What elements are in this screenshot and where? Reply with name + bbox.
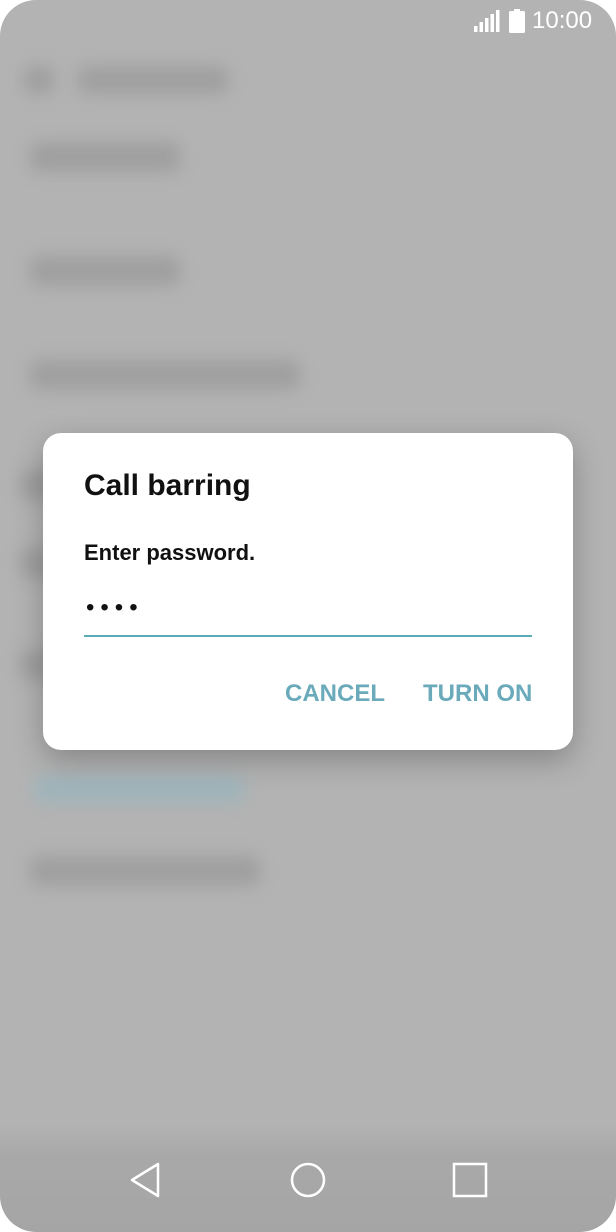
dialog-message: Enter password.: [84, 540, 256, 565]
signal-icon: [474, 10, 500, 32]
turn-on-button[interactable]: TURN ON: [423, 679, 532, 709]
recent-apps-icon[interactable]: [448, 1158, 492, 1202]
status-bar: 10:00: [0, 0, 616, 44]
dialog-title: Call barring: [84, 469, 251, 502]
call-barring-dialog: Call barring Enter password. •••• CANCEL…: [43, 433, 573, 750]
phone-screen: 10:00 Call barring Enter password. •••• …: [0, 0, 616, 1232]
password-input[interactable]: ••••: [84, 585, 532, 637]
back-icon[interactable]: [124, 1158, 168, 1202]
home-icon[interactable]: [286, 1158, 330, 1202]
password-value: ••••: [86, 594, 144, 621]
status-clock: 10:00: [532, 7, 593, 34]
navigation-bar: [0, 1122, 616, 1232]
cancel-button[interactable]: CANCEL: [285, 679, 385, 709]
battery-icon: [509, 9, 525, 33]
